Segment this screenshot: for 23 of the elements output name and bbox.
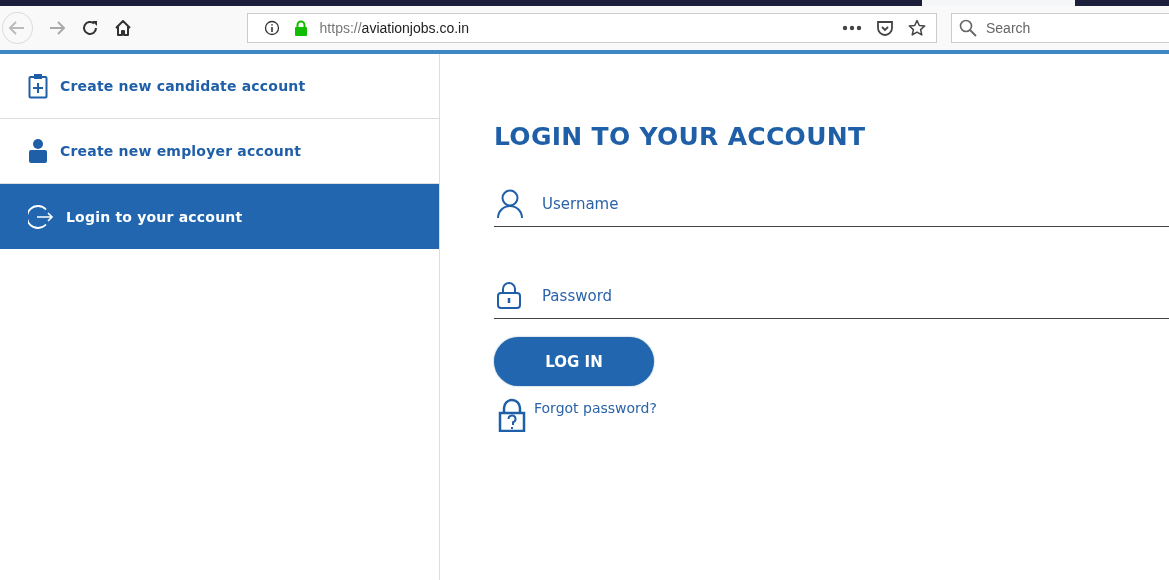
person-icon — [28, 138, 48, 164]
login-icon — [28, 203, 54, 230]
user-icon — [496, 189, 524, 219]
input-field[interactable]: Username — [494, 181, 1169, 227]
reload-icon[interactable] — [80, 19, 99, 37]
clipboard-plus-icon — [28, 73, 48, 99]
search-field[interactable]: Search — [951, 13, 1169, 43]
login-heading: LOGIN TO YOUR ACCOUNT — [494, 122, 867, 151]
padlock-icon — [496, 281, 522, 309]
pocket-icon[interactable] — [876, 19, 894, 37]
url-text: https://aviationjobs.co.in — [319, 20, 469, 36]
star-icon[interactable] — [908, 19, 926, 37]
sidebar-item[interactable]: Login to your account — [0, 184, 439, 249]
more-icon[interactable] — [842, 25, 862, 31]
sidebar-item[interactable]: Create new candidate account — [0, 54, 439, 119]
info-icon[interactable] — [263, 20, 280, 36]
input-field[interactable]: Password — [494, 273, 1169, 319]
address-bar[interactable]: https://aviationjobs.co.in — [246, 13, 937, 43]
padlock-question-icon — [498, 398, 526, 432]
forgot-password-link[interactable]: Forgot password? — [534, 400, 657, 416]
login-button[interactable]: LOG IN — [494, 337, 654, 386]
search-icon — [959, 19, 977, 37]
padlock-icon — [293, 20, 308, 36]
